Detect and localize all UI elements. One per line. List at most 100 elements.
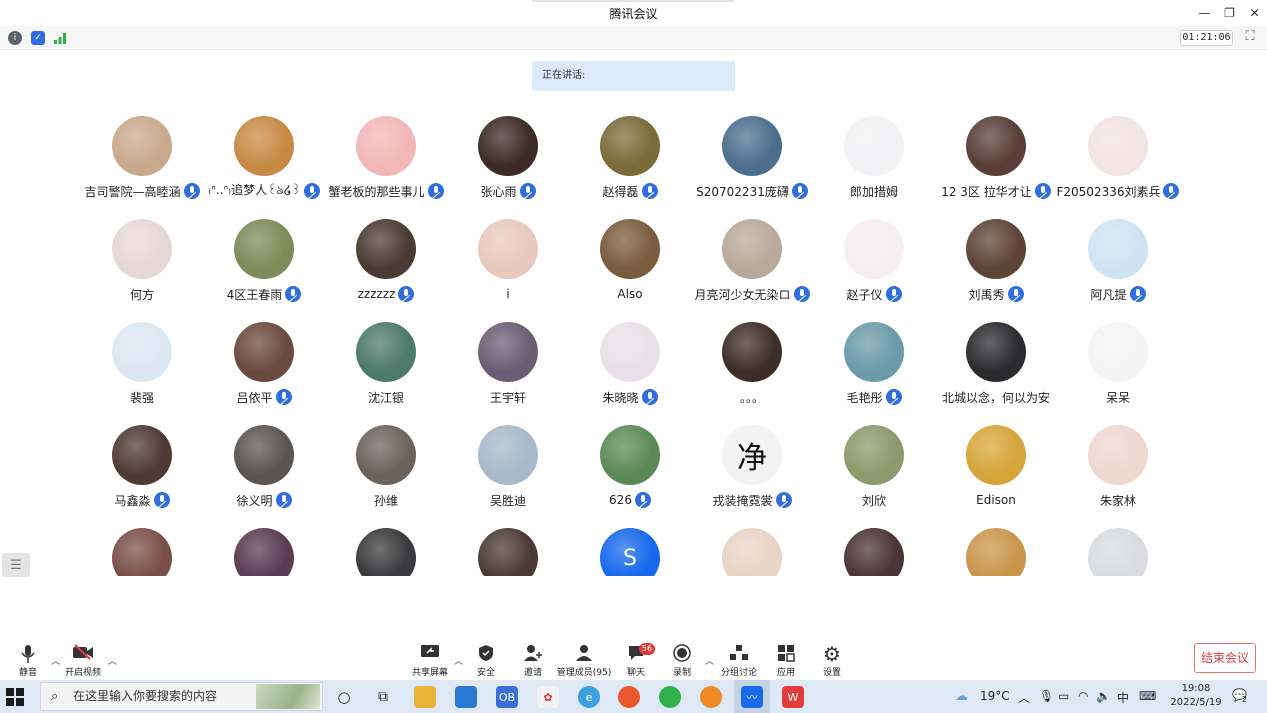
avatar[interactable] [112, 116, 172, 176]
avatar[interactable] [600, 219, 660, 279]
avatar[interactable] [356, 528, 416, 576]
video-button[interactable]: 开启视频 [53, 644, 113, 680]
avatar[interactable] [356, 219, 416, 279]
avatar[interactable] [966, 528, 1026, 576]
tray-expand-icon[interactable]: ︿ [1018, 689, 1030, 706]
avatar[interactable] [844, 425, 904, 485]
avatar[interactable] [844, 219, 904, 279]
avatar[interactable] [966, 219, 1026, 279]
weather-icon[interactable]: ☁ [955, 689, 968, 704]
wps-icon[interactable]: W [782, 686, 804, 708]
avatar[interactable] [1088, 528, 1148, 576]
avatar[interactable] [234, 219, 294, 279]
avatar[interactable] [112, 425, 172, 485]
avatar[interactable] [844, 116, 904, 176]
avatar[interactable] [234, 528, 294, 576]
info-icon[interactable]: i [8, 31, 22, 45]
avatar[interactable] [478, 425, 538, 485]
participant-tile[interactable] [447, 512, 569, 576]
avatar[interactable] [600, 425, 660, 485]
side-panel-toggle[interactable]: ☰ [2, 553, 30, 577]
avatar[interactable] [722, 116, 782, 176]
file-explorer-icon[interactable] [414, 686, 436, 708]
avatar[interactable] [478, 528, 538, 576]
manage-members-button[interactable]: 管理成员(95) [554, 644, 614, 680]
mute-button[interactable]: 静音 [0, 644, 58, 680]
avatar[interactable] [1088, 425, 1148, 485]
ime-indicator[interactable]: 中 [1117, 689, 1129, 706]
video-options-chevron-icon[interactable]: ︿ [108, 654, 117, 667]
close-button[interactable]: ✕ [1242, 0, 1267, 26]
taskbar-search-input[interactable]: ⌕ 在这里输入你要搜索的内容 [40, 682, 323, 711]
windows-start-icon[interactable] [6, 688, 24, 706]
taskbar-clock[interactable]: 19:08 2022/5/19 [1168, 682, 1224, 710]
end-meeting-button[interactable]: 结束会议 [1194, 643, 1256, 673]
avatar[interactable] [722, 219, 782, 279]
app-orange-icon[interactable] [700, 686, 722, 708]
avatar[interactable] [600, 322, 660, 382]
app-blue-icon[interactable] [455, 686, 477, 708]
app-nodes-icon[interactable]: ✿ [537, 686, 559, 708]
restore-button[interactable]: ❐ [1217, 0, 1242, 26]
settings-button[interactable]: ⚙ 设置 [802, 644, 862, 680]
app-ob-icon[interactable]: OB [496, 686, 518, 708]
avatar[interactable] [600, 116, 660, 176]
avatar[interactable] [478, 219, 538, 279]
avatar[interactable] [478, 116, 538, 176]
battery-icon[interactable]: ▭ [1058, 689, 1069, 703]
avatar[interactable] [112, 219, 172, 279]
record-button[interactable]: 录制 [652, 644, 712, 680]
wechat-icon[interactable] [659, 686, 681, 708]
fullscreen-icon[interactable]: ⛶ [1242, 29, 1258, 45]
avatar[interactable] [966, 322, 1026, 382]
participant-tile[interactable] [203, 512, 325, 576]
avatar[interactable] [1088, 219, 1148, 279]
participant-tile[interactable]: 朱家林 [1057, 409, 1179, 508]
cortana-icon[interactable]: ○ [333, 686, 355, 708]
avatar[interactable] [356, 322, 416, 382]
avatar[interactable]: 净 [722, 425, 782, 485]
avatar[interactable] [844, 528, 904, 576]
avatar[interactable] [234, 116, 294, 176]
notification-center-icon[interactable]: 💬 2 [1232, 688, 1250, 704]
tencent-meeting-icon[interactable]: 〰 [741, 686, 763, 708]
firefox-icon[interactable] [618, 686, 640, 708]
participant-tile[interactable] [935, 512, 1057, 576]
weather-temperature[interactable]: 19°C [980, 689, 1010, 703]
participant-tile[interactable]: 呆呆 [1057, 306, 1179, 405]
keyboard-icon[interactable]: ⌨ [1139, 689, 1156, 703]
participant-tile[interactable]: S [569, 512, 691, 576]
wifi-icon[interactable]: ◠ [1078, 689, 1088, 703]
avatar[interactable] [356, 425, 416, 485]
participant-tile[interactable]: F20502336刘素兵 [1057, 100, 1180, 199]
participant-tile[interactable] [813, 512, 935, 576]
avatar[interactable] [356, 116, 416, 176]
avatar[interactable] [722, 322, 782, 382]
avatar[interactable] [234, 425, 294, 485]
avatar[interactable] [1088, 116, 1148, 176]
volume-icon[interactable]: 🔈 [1096, 689, 1111, 703]
tray-mic-icon[interactable]: 🎙 [1039, 689, 1054, 703]
avatar[interactable] [112, 322, 172, 382]
ie-browser-icon[interactable]: e [578, 686, 600, 708]
participant-tile[interactable] [1057, 512, 1179, 576]
security-shield-icon[interactable]: ✓ [31, 31, 45, 45]
avatar[interactable] [966, 116, 1026, 176]
avatar[interactable]: S [600, 528, 660, 576]
task-view-icon[interactable]: ⧉ [372, 686, 394, 708]
participant-tile[interactable] [691, 512, 813, 576]
avatar[interactable] [234, 322, 294, 382]
avatar[interactable] [1088, 322, 1148, 382]
avatar[interactable] [844, 322, 904, 382]
share-screen-button[interactable]: 共享屏幕 [400, 644, 460, 680]
avatar[interactable] [966, 425, 1026, 485]
avatar[interactable] [722, 528, 782, 576]
participant-tile[interactable] [81, 512, 203, 576]
minimize-button[interactable]: — [1192, 0, 1217, 26]
avatar[interactable] [112, 528, 172, 576]
network-signal-icon[interactable] [53, 31, 67, 45]
drag-handle[interactable] [532, 0, 734, 2]
participant-tile[interactable] [325, 512, 447, 576]
avatar[interactable] [478, 322, 538, 382]
participant-tile[interactable]: 阿凡提 [1057, 203, 1179, 302]
